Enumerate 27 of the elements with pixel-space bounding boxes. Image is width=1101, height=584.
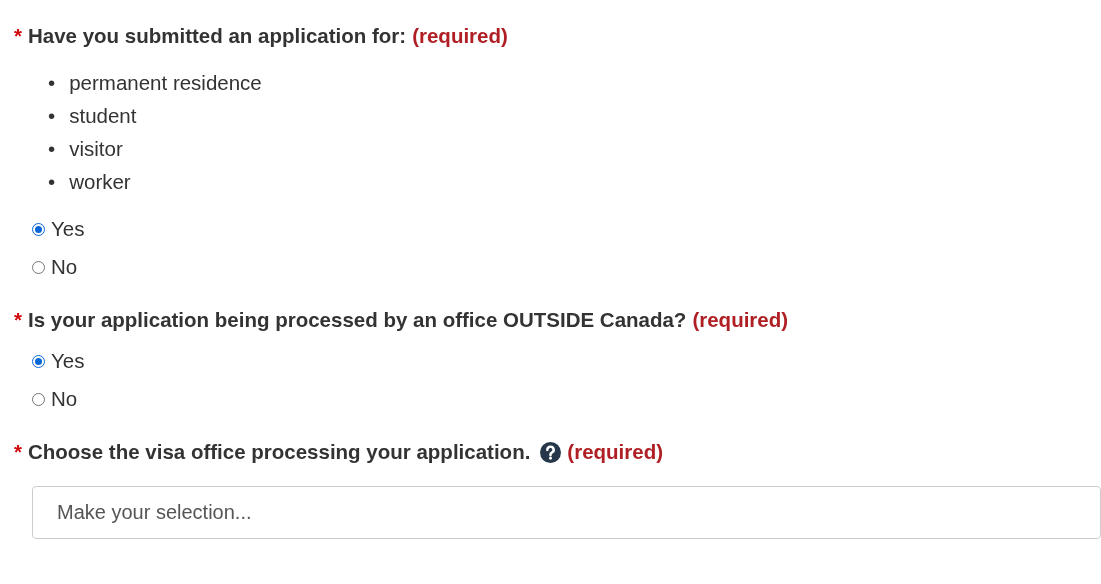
- required-asterisk: *: [14, 440, 22, 464]
- question-label: Is your application being processed by an office OUTSIDE Canada?: [28, 308, 687, 332]
- radio-button[interactable]: [32, 260, 45, 274]
- question-label: Choose the visa office processing your application.: [28, 440, 531, 464]
- question-label: Have you submitted an application for:: [28, 24, 407, 48]
- radio-button[interactable]: [32, 354, 45, 368]
- select-field[interactable]: Make your selection...: [32, 486, 1101, 539]
- required-label: (required): [692, 308, 789, 332]
- bullet-icon: •: [48, 136, 56, 161]
- required-asterisk: *: [14, 308, 22, 332]
- list-item: permanent residence: [69, 70, 262, 95]
- required-label: (required): [567, 440, 664, 464]
- radio-label[interactable]: Yes: [51, 349, 85, 373]
- radio-button[interactable]: [32, 392, 45, 406]
- bullet-icon: •: [48, 103, 56, 128]
- required-asterisk: *: [14, 24, 22, 48]
- list-item: student: [69, 103, 137, 128]
- bullet-icon: •: [48, 70, 56, 95]
- required-label: (required): [412, 24, 508, 48]
- bullet-icon: •: [48, 169, 56, 194]
- radio-label[interactable]: No: [51, 255, 78, 279]
- radio-label[interactable]: Yes: [51, 217, 85, 241]
- radio-label[interactable]: No: [51, 387, 78, 411]
- list-item: visitor: [69, 136, 123, 161]
- radio-button[interactable]: [32, 222, 45, 236]
- list-item: worker: [69, 169, 131, 194]
- help-icon[interactable]: [540, 441, 562, 463]
